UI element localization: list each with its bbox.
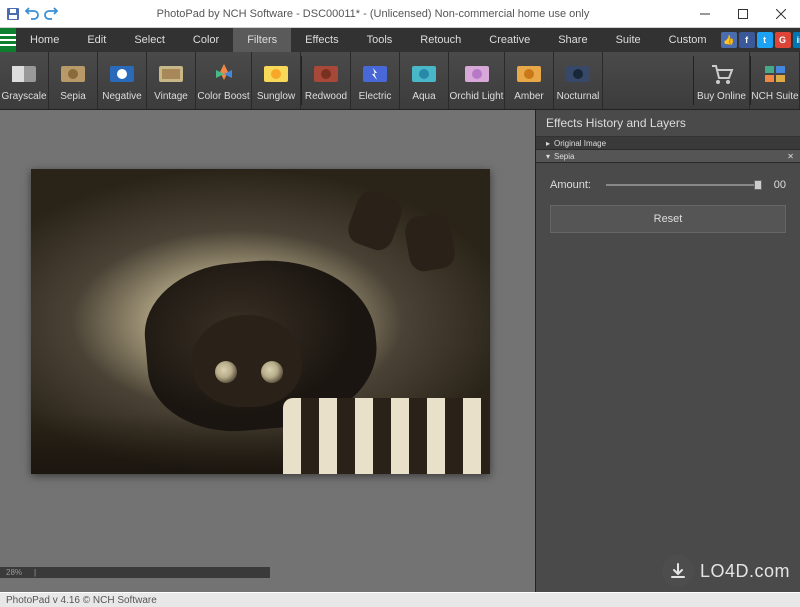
- watermark: LO4D.com: [662, 555, 790, 587]
- sunglow-icon: [262, 60, 290, 88]
- quick-access-toolbar: [0, 5, 60, 23]
- ribbon-nocturnal-button[interactable]: Nocturnal: [554, 52, 603, 109]
- canvas-statusbar: 28% |: [0, 567, 270, 578]
- ribbon-label: Color Boost: [197, 91, 249, 102]
- menu-filters[interactable]: Filters: [233, 28, 291, 52]
- social-google-icon[interactable]: G: [775, 32, 791, 48]
- menubar: HomeEditSelectColorFiltersEffectsToolsRe…: [0, 28, 800, 52]
- amber-icon: [515, 60, 543, 88]
- watermark-text: LO4D.com: [700, 561, 790, 582]
- ribbon-electric-button[interactable]: Electric: [351, 52, 400, 109]
- menu-select[interactable]: Select: [120, 28, 179, 52]
- maximize-button[interactable]: [724, 0, 762, 28]
- ribbon-label: Sepia: [60, 91, 86, 102]
- electric-icon: [361, 60, 389, 88]
- ribbon-label: Vintage: [154, 91, 188, 102]
- amount-value: 00: [766, 179, 786, 191]
- reset-button[interactable]: Reset: [550, 205, 786, 233]
- layer-original[interactable]: ▸Original Image: [536, 137, 800, 150]
- save-icon[interactable]: [4, 5, 22, 23]
- redwood-icon: [312, 60, 340, 88]
- ribbon-label: Orchid Light: [450, 91, 504, 102]
- ribbon-label: NCH Suite: [751, 91, 798, 102]
- menu-custom[interactable]: Custom: [655, 28, 721, 52]
- social-facebook-icon[interactable]: f: [739, 32, 755, 48]
- menu-suite[interactable]: Suite: [602, 28, 655, 52]
- colorboost-icon: [210, 60, 238, 88]
- ribbon-negative-button[interactable]: Negative: [98, 52, 147, 109]
- ribbon-sepia-button[interactable]: Sepia: [49, 52, 98, 109]
- amount-slider[interactable]: [606, 184, 758, 186]
- amount-label: Amount:: [550, 179, 598, 191]
- vintage-icon: [157, 60, 185, 88]
- redo-icon[interactable]: [42, 5, 60, 23]
- menu-home[interactable]: Home: [16, 28, 73, 52]
- ribbon-label: Negative: [102, 91, 141, 102]
- menu-edit[interactable]: Edit: [73, 28, 120, 52]
- window-controls: [686, 0, 800, 28]
- download-icon: [662, 555, 694, 587]
- social-like-icon[interactable]: 👍: [721, 32, 737, 48]
- ribbon-label: Buy Online: [697, 91, 746, 102]
- ribbon-buy-online-button[interactable]: Buy Online: [694, 52, 750, 109]
- statusbar: PhotoPad v 4.16 © NCH Software: [0, 593, 800, 607]
- menu-effects[interactable]: Effects: [291, 28, 352, 52]
- ribbon-color-boost-button[interactable]: Color Boost: [196, 52, 252, 109]
- ribbon-label: Aqua: [412, 91, 435, 102]
- status-sep: |: [34, 568, 36, 577]
- aqua-icon: [410, 60, 438, 88]
- negative-icon: [108, 60, 136, 88]
- ribbon-label: Grayscale: [1, 91, 46, 102]
- canvas-area[interactable]: 28% |: [0, 110, 535, 592]
- workspace: 28% | Effects History and Layers ▸Origin…: [0, 110, 800, 592]
- ribbon-grayscale-button[interactable]: Grayscale: [0, 52, 49, 109]
- effects-panel: Effects History and Layers ▸Original Ima…: [535, 110, 800, 592]
- ribbon-sunglow-button[interactable]: Sunglow: [252, 52, 301, 109]
- menu-retouch[interactable]: Retouch: [406, 28, 475, 52]
- ribbon-toolbar: Grayscale Sepia Negative Vintage Color Boost…: [0, 52, 800, 110]
- orchid-icon: [463, 60, 491, 88]
- menu-share[interactable]: Share: [544, 28, 601, 52]
- layer-sepia[interactable]: ▾Sepia✕: [536, 150, 800, 163]
- effects-panel-title: Effects History and Layers: [536, 110, 800, 137]
- menu-color[interactable]: Color: [179, 28, 233, 52]
- ribbon-label: Nocturnal: [557, 91, 600, 102]
- ribbon-label: Sunglow: [257, 91, 295, 102]
- suite-icon: [761, 60, 789, 88]
- menu-creative[interactable]: Creative: [475, 28, 544, 52]
- ribbon-label: Redwood: [305, 91, 347, 102]
- zoom-level: 28%: [6, 568, 22, 577]
- statusbar-text: PhotoPad v 4.16 © NCH Software: [6, 595, 157, 606]
- menu-tools[interactable]: Tools: [353, 28, 407, 52]
- ribbon-label: Electric: [359, 91, 392, 102]
- ribbon-orchid-light-button[interactable]: Orchid Light: [449, 52, 505, 109]
- nocturnal-icon: [564, 60, 592, 88]
- amount-control: Amount: 00: [550, 179, 786, 191]
- minimize-button[interactable]: [686, 0, 724, 28]
- window-title: PhotoPad by NCH Software - DSC00011* - (…: [60, 8, 686, 20]
- titlebar: PhotoPad by NCH Software - DSC00011* - (…: [0, 0, 800, 28]
- grayscale-icon: [10, 60, 38, 88]
- social-linkedin-icon[interactable]: in: [793, 32, 800, 48]
- sepia-icon: [59, 60, 87, 88]
- ribbon-vintage-button[interactable]: Vintage: [147, 52, 196, 109]
- ribbon-redwood-button[interactable]: Redwood: [302, 52, 351, 109]
- ribbon-amber-button[interactable]: Amber: [505, 52, 554, 109]
- ribbon-aqua-button[interactable]: Aqua: [400, 52, 449, 109]
- undo-icon[interactable]: [23, 5, 41, 23]
- ribbon-nch-suite-button[interactable]: NCH Suite: [751, 52, 800, 109]
- ribbon-label: Amber: [514, 91, 543, 102]
- social-twitter-icon[interactable]: t: [757, 32, 773, 48]
- close-button[interactable]: [762, 0, 800, 28]
- cart-icon: [708, 60, 736, 88]
- image-canvas[interactable]: [31, 169, 490, 474]
- hamburger-menu[interactable]: [0, 28, 16, 52]
- social-buttons: 👍ftGin?: [721, 28, 800, 52]
